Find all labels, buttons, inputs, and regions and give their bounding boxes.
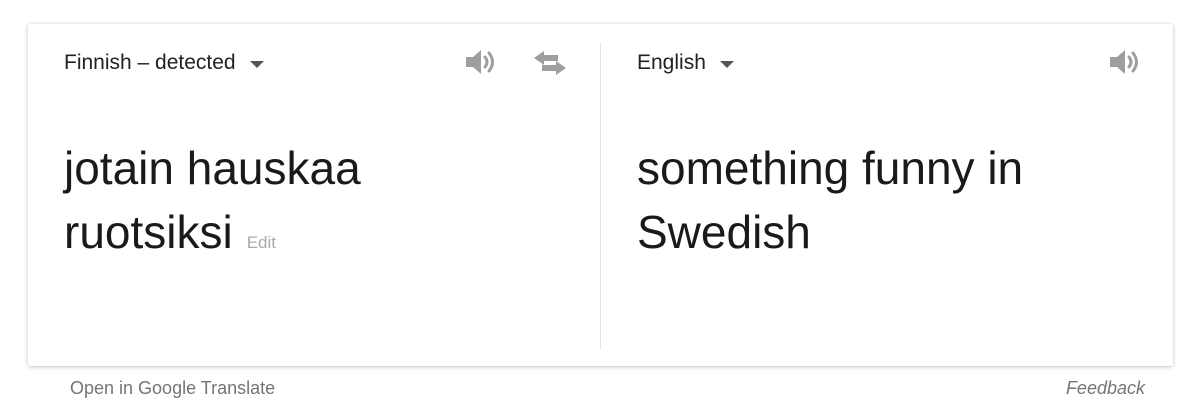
target-language-label: English: [637, 51, 706, 74]
source-language-label: Finnish – detected: [64, 51, 236, 74]
translate-card: Finnish – detected English jotain hauska…: [28, 24, 1173, 366]
chevron-down-icon: [719, 60, 734, 68]
feedback-link[interactable]: Feedback: [1066, 378, 1145, 399]
target-listen-button[interactable]: [1104, 42, 1144, 82]
source-text-line-with-edit: ruotsiksi Edit: [64, 200, 564, 275]
panel-divider: [600, 42, 601, 350]
source-text-line: jotain hauskaa: [64, 142, 361, 194]
target-language-select[interactable]: English: [637, 48, 734, 78]
source-listen-button[interactable]: [460, 42, 500, 82]
chevron-down-icon: [249, 60, 264, 68]
translated-text-line: something funny in: [637, 142, 1024, 194]
swap-languages-button[interactable]: [530, 43, 570, 83]
open-in-google-translate-link[interactable]: Open in Google Translate: [70, 378, 275, 399]
source-language-select[interactable]: Finnish – detected: [64, 48, 264, 78]
speaker-icon: [466, 50, 494, 74]
source-text[interactable]: jotain hauskaa ruotsiksi Edit: [64, 136, 564, 275]
edit-link[interactable]: Edit: [247, 233, 276, 252]
swap-languages-icon: [534, 51, 566, 75]
translated-text: something funny in Swedish: [637, 136, 1137, 264]
translated-text-line: Swedish: [637, 206, 811, 258]
source-text-line: ruotsiksi: [64, 206, 233, 258]
speaker-icon: [1110, 50, 1138, 74]
